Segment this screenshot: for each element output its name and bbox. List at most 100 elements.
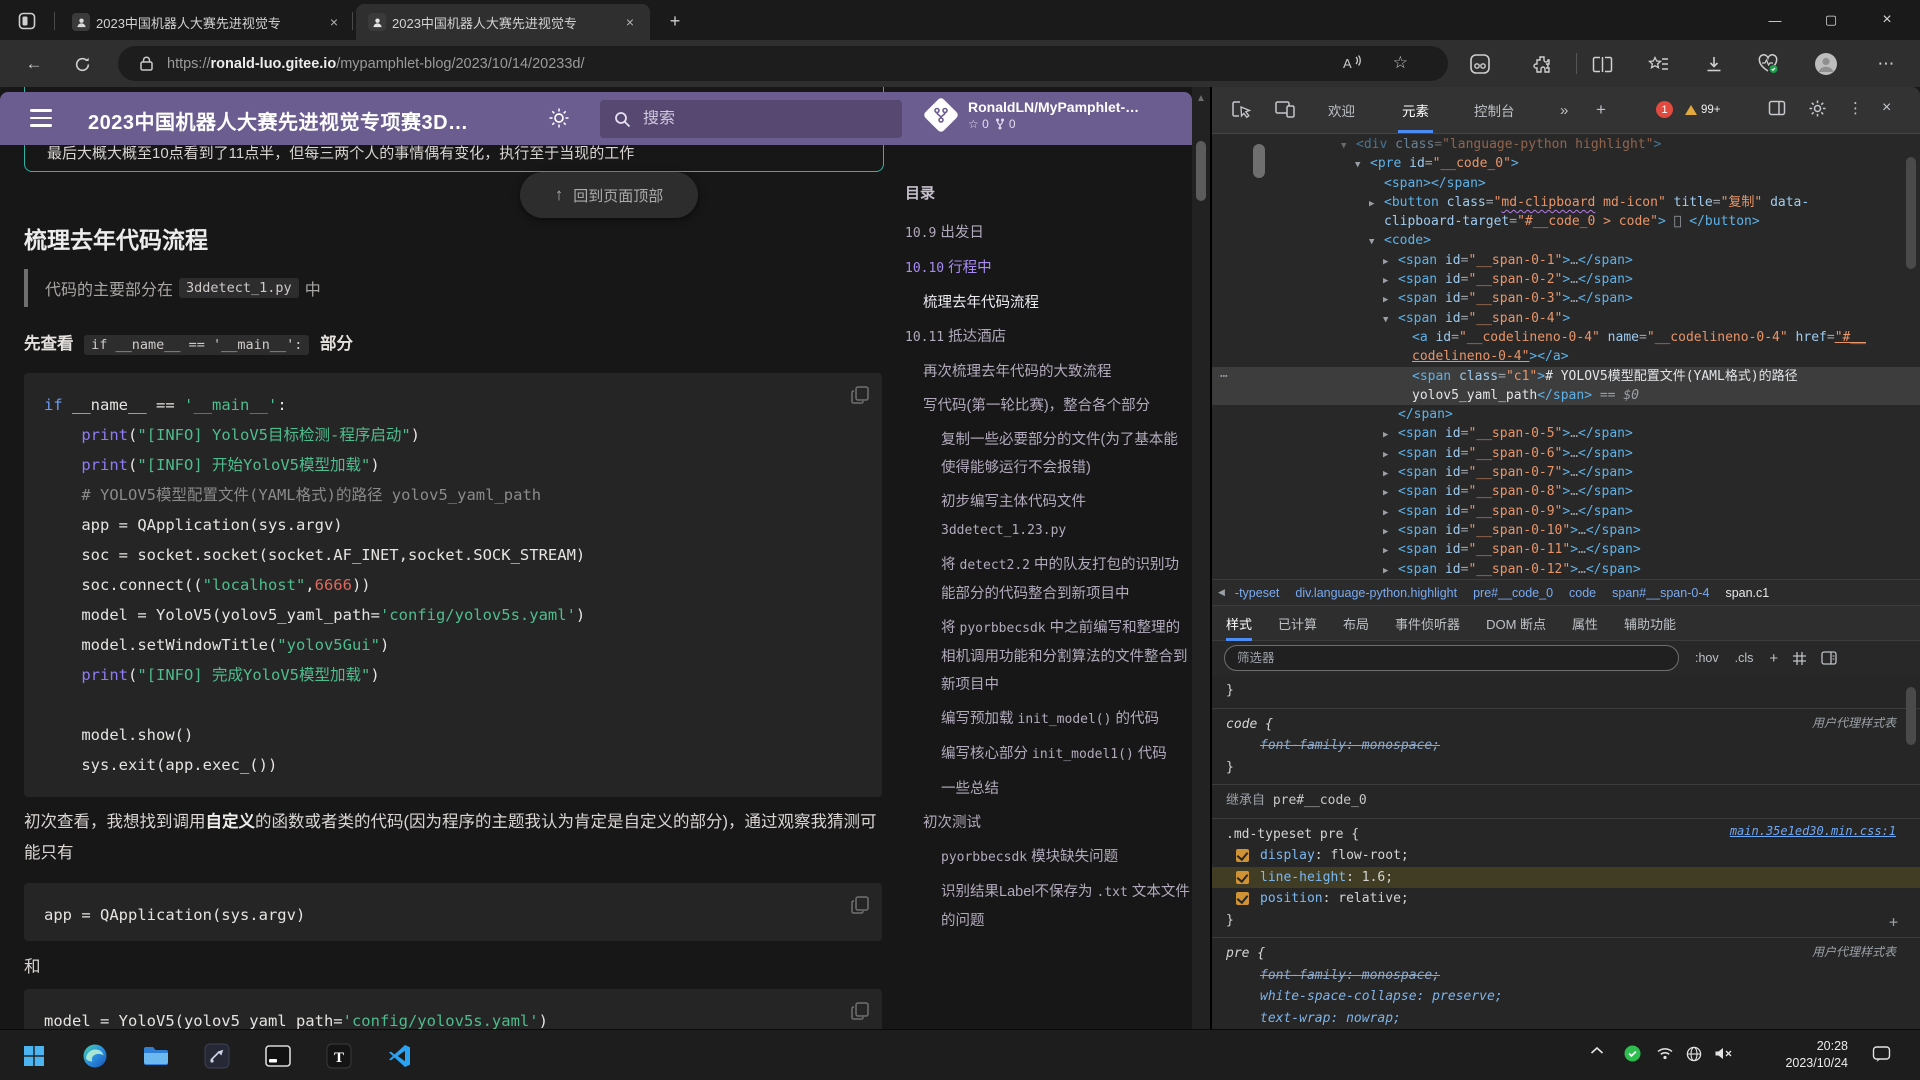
dom-tree-line[interactable]: ▶<span id="__span-0-1">…</span>: [1212, 251, 1920, 270]
browser-tab-2-active[interactable]: 2023中国机器人大赛先进视觉专 ×: [356, 4, 650, 40]
browser-tab-1[interactable]: 2023中国机器人大赛先进视觉专 ×: [60, 4, 354, 40]
dom-tree-line[interactable]: ▶<span id="__span-0-11">…</span>: [1212, 540, 1920, 559]
pseudo-state-button[interactable]: :hov: [1695, 651, 1719, 665]
tab-close-icon[interactable]: ×: [324, 14, 344, 30]
dom-tree-line[interactable]: <span></span>: [1212, 174, 1920, 193]
menu-hamburger-icon[interactable]: [30, 109, 52, 132]
styles-tab-辅助功能[interactable]: 辅助功能: [1624, 606, 1676, 641]
issues-badge[interactable]: 99+: [1685, 104, 1721, 116]
taskbar-edge-icon[interactable]: [75, 1037, 115, 1075]
taskbar-terminal-icon[interactable]: [258, 1037, 298, 1075]
dom-tree-line[interactable]: ▼<span id="__span-0-4">: [1212, 309, 1920, 328]
breadcrumb-item[interactable]: span.c1: [1725, 586, 1769, 600]
copy-code-icon[interactable]: [850, 895, 870, 915]
extensions-puzzle-icon[interactable]: [1528, 50, 1556, 78]
window-maximize-button[interactable]: ▢: [1808, 0, 1854, 40]
tray-status-icon[interactable]: [1624, 1045, 1641, 1062]
notifications-icon[interactable]: [1872, 1045, 1891, 1063]
more-tabs-icon[interactable]: »: [1556, 87, 1572, 133]
browser-menu-icon[interactable]: ⋯: [1872, 50, 1900, 78]
toc-item[interactable]: 编写核心部分 init_model1() 代码: [905, 740, 1192, 769]
breadcrumb-item[interactable]: span#__span-0-4: [1612, 586, 1709, 600]
toc-item[interactable]: 识别结果Label不保存为 .txt 文本文件的问题: [905, 878, 1192, 935]
network-icon[interactable]: [1656, 1046, 1674, 1060]
volume-muted-icon[interactable]: [1714, 1046, 1733, 1061]
toc-item[interactable]: 初步编写主体代码文件 3ddetect_1.23.py: [905, 488, 1192, 545]
css-declaration[interactable]: text-wrap: nowrap;: [1212, 1008, 1920, 1030]
dock-side-icon[interactable]: [1768, 99, 1786, 117]
new-tab-button[interactable]: +: [662, 8, 688, 34]
toc-item[interactable]: 10.10 行程中: [905, 254, 1192, 283]
toc-item[interactable]: pyorbbecsdk 模块缺失问题: [905, 843, 1192, 872]
site-search[interactable]: [600, 100, 902, 138]
tab-close-icon[interactable]: ×: [620, 14, 640, 30]
refresh-button[interactable]: [68, 50, 96, 78]
breadcrumb-item[interactable]: code: [1569, 586, 1596, 600]
dom-tree-line[interactable]: ▶<span id="__span-0-9">…</span>: [1212, 502, 1920, 521]
toc-item[interactable]: 一些总结: [905, 775, 1192, 803]
settings-gear-icon[interactable]: [1808, 99, 1827, 118]
toc-item[interactable]: 写代码(第一轮比赛)，整合各个部分: [905, 392, 1192, 420]
downloads-icon[interactable]: [1700, 50, 1728, 78]
dom-tree-line[interactable]: ⋯<span class="c1"># YOLOV5模型配置文件(YAML格式)…: [1212, 367, 1920, 386]
devtools-scrollbar-thumb[interactable]: [1906, 157, 1916, 269]
scrollbar-thumb[interactable]: [1196, 141, 1206, 201]
dom-tree-line[interactable]: ▶<span id="__span-0-5">…</span>: [1212, 424, 1920, 443]
taskbar-vscode-icon[interactable]: [380, 1037, 420, 1075]
dom-tree-line[interactable]: codelineno-0-4"></a>: [1212, 347, 1920, 366]
toc-item[interactable]: 梳理去年代码流程: [905, 289, 1192, 317]
devtools-close-icon[interactable]: ×: [1882, 99, 1891, 117]
css-declaration[interactable]: position: relative;: [1212, 888, 1920, 910]
dom-tree-line[interactable]: clipboard-target="#__code_0 > code"> ⃞ <…: [1212, 212, 1920, 231]
toc-item[interactable]: 初次测试: [905, 809, 1192, 837]
browser-essentials-icon[interactable]: [1754, 50, 1782, 78]
address-bar[interactable]: https://ronald-luo.gitee.io/mypamphlet-b…: [118, 46, 1448, 81]
styles-tab-属性[interactable]: 属性: [1572, 606, 1598, 641]
toc-item[interactable]: 将 detect2.2 中的队友打包的识别功能部分的代码整合到新项目中: [905, 551, 1192, 608]
workspaces-icon[interactable]: [14, 8, 40, 34]
grid-badge-icon[interactable]: [1792, 651, 1807, 666]
class-toggle-button[interactable]: .cls: [1735, 651, 1754, 665]
styles-tab-DOM 断点[interactable]: DOM 断点: [1486, 606, 1546, 641]
taskbar-clock[interactable]: 20:28 2023/10/24: [1758, 1038, 1848, 1072]
dom-tree-line[interactable]: ▶<span id="__span-0-3">…</span>: [1212, 289, 1920, 308]
dom-tree-line[interactable]: <a id="__codelineno-0-4" name="__codelin…: [1212, 328, 1920, 347]
favorite-star-icon[interactable]: ☆: [1393, 53, 1408, 73]
dom-tree-line[interactable]: ▶<span id="__span-0-7">…</span>: [1212, 463, 1920, 482]
dom-tree-line[interactable]: ▶<span id="__span-0-8">…</span>: [1212, 482, 1920, 501]
tree-expand-arrow[interactable]: ▶: [1383, 562, 1398, 579]
dom-tree-line[interactable]: ▼<div class="language-python highlight">: [1212, 135, 1920, 154]
back-button[interactable]: ←: [20, 50, 48, 78]
computed-sidebar-icon[interactable]: [1821, 651, 1837, 665]
dom-tree-line[interactable]: ▶<span id="__span-0-2">…</span>: [1212, 270, 1920, 289]
toc-item[interactable]: 将 pyorbbecsdk 中之前编写和整理的相机调用功能和分割算法的文件整合到…: [905, 614, 1192, 699]
profile-avatar[interactable]: [1812, 50, 1840, 78]
css-declaration[interactable]: font-family: monospace;: [1212, 735, 1920, 757]
theme-toggle-icon[interactable]: [548, 107, 570, 129]
collections-icon[interactable]: [1644, 50, 1672, 78]
dom-tree-line[interactable]: ▶<button class="md-clipboard md-icon" ti…: [1212, 193, 1920, 212]
new-declaration-button[interactable]: +: [1889, 913, 1898, 931]
copy-code-icon[interactable]: [850, 1001, 870, 1021]
page-scrollbar[interactable]: ▲: [1192, 87, 1210, 1029]
window-close-button[interactable]: ×: [1864, 0, 1910, 40]
globe-icon[interactable]: [1686, 1046, 1702, 1062]
declaration-checkbox[interactable]: [1236, 892, 1249, 905]
taskbar-typora-icon[interactable]: T: [319, 1037, 359, 1075]
css-declaration[interactable]: line-height: 1.6;: [1212, 867, 1920, 889]
scroll-up-arrow[interactable]: ▲: [1196, 93, 1206, 104]
breadcrumb-item[interactable]: pre#__code_0: [1473, 586, 1553, 600]
devtools-tab-欢迎[interactable]: 欢迎: [1324, 87, 1359, 133]
back-to-top-button[interactable]: ↑ 回到页面顶部: [520, 172, 698, 218]
tray-expand-icon[interactable]: [1590, 1046, 1604, 1055]
toc-item[interactable]: 再次梳理去年代码的大致流程: [905, 358, 1192, 386]
devtools-badges[interactable]: 1 99+: [1656, 101, 1721, 118]
add-panel-icon[interactable]: +: [1592, 87, 1610, 133]
css-declaration[interactable]: white-space-collapse: preserve;: [1212, 986, 1920, 1008]
toc-item[interactable]: 10.11 抵达酒店: [905, 323, 1192, 352]
inspect-element-icon[interactable]: [1230, 99, 1252, 121]
dom-tree-line[interactable]: yolov5_yaml_path</span> == $0: [1212, 386, 1920, 405]
new-rule-button[interactable]: +: [1769, 650, 1778, 667]
css-declaration[interactable]: display: flow-root;: [1212, 845, 1920, 867]
taskbar-app-icon[interactable]: [197, 1037, 237, 1075]
